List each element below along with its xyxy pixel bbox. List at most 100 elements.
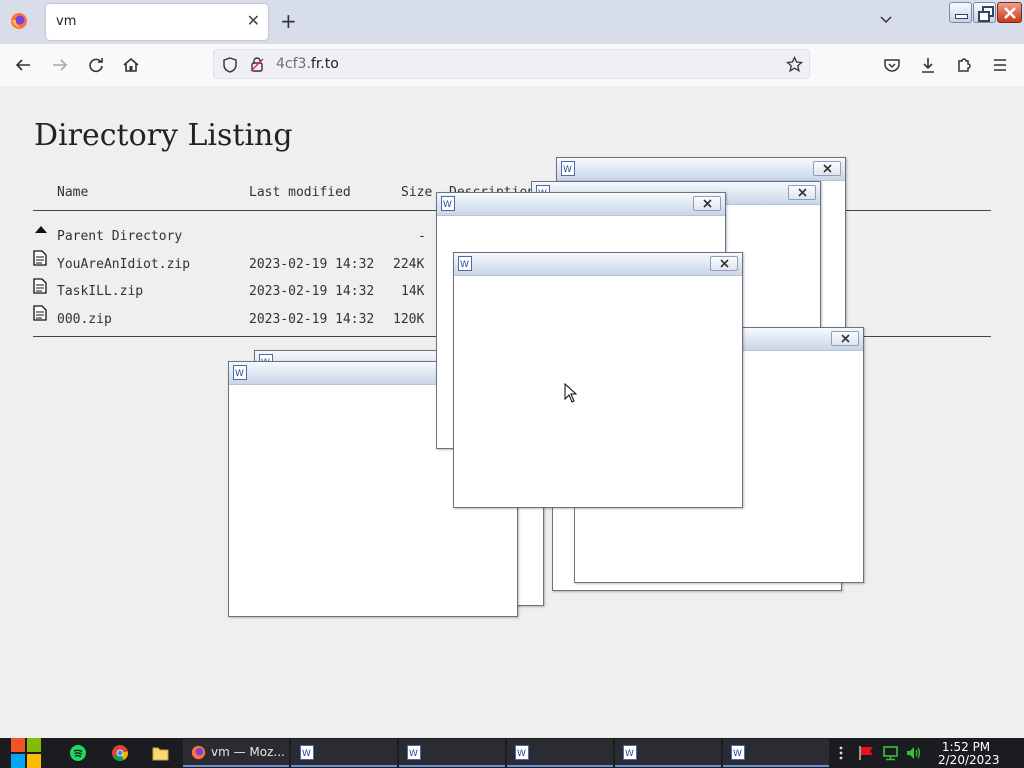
column-header-size[interactable]: Size <box>401 185 432 200</box>
tab-title: vm <box>56 14 77 29</box>
close-icon <box>841 334 850 343</box>
popup-close-button[interactable] <box>831 331 859 346</box>
svg-text:W: W <box>235 369 244 379</box>
popup-close-button[interactable] <box>693 196 721 211</box>
svg-text:W: W <box>517 749 526 759</box>
menu-icon[interactable] <box>991 56 1009 74</box>
navigation-toolbar: 4cf3.fr.to <box>0 44 1024 87</box>
url-bar[interactable]: 4cf3.fr.to <box>213 49 810 79</box>
taskbar-wordpad-task[interactable]: W <box>615 739 721 767</box>
taskbar-firefox-task[interactable]: vm — Moz... <box>183 739 289 767</box>
taskbar-wordpad-task[interactable]: W <box>291 739 397 767</box>
list-all-tabs-icon[interactable] <box>878 11 894 27</box>
svg-text:W: W <box>302 749 311 759</box>
close-icon <box>1004 7 1016 19</box>
bookmark-star-icon[interactable] <box>786 56 803 73</box>
file-size: 120K <box>393 312 425 327</box>
file-link[interactable]: TaskILL.zip <box>57 284 143 299</box>
file-modified: 2023-02-19 14:32 <box>249 312 375 327</box>
volume-icon[interactable] <box>905 745 923 761</box>
restore-button[interactable] <box>973 2 996 23</box>
tab-vm[interactable]: vm ✕ <box>46 4 268 40</box>
taskbar-wordpad-task[interactable]: W <box>399 739 505 767</box>
reload-icon[interactable] <box>87 56 105 74</box>
file-link[interactable]: YouAreAnIdiot.zip <box>57 257 190 272</box>
back-icon[interactable] <box>14 56 32 74</box>
wordpad-icon: W <box>441 196 455 211</box>
wordpad-icon: W <box>300 745 314 760</box>
tray-overflow-icon[interactable] <box>838 746 844 760</box>
file-size: 14K <box>401 284 425 299</box>
popup-close-button[interactable] <box>710 256 738 271</box>
file-icon <box>33 250 47 266</box>
taskbar-wordpad-task[interactable]: W <box>507 739 613 767</box>
column-header-name[interactable]: Name <box>57 185 88 200</box>
url-host-prefix: 4cf3. <box>276 56 311 72</box>
tab-close-icon[interactable]: ✕ <box>247 11 260 30</box>
chrome-icon[interactable] <box>112 745 128 761</box>
wordpad-icon: W <box>233 365 247 380</box>
close-icon <box>720 259 729 268</box>
taskbar-wordpad-task[interactable]: W <box>723 739 829 767</box>
close-icon <box>703 199 712 208</box>
popup-titlebar[interactable]: W <box>454 253 742 276</box>
column-header-last-modified[interactable]: Last modified <box>249 185 351 200</box>
new-tab-button[interactable]: + <box>280 9 297 33</box>
flag-icon[interactable] <box>858 745 875 761</box>
popup-close-button[interactable] <box>813 161 841 176</box>
file-modified: 2023-02-19 14:32 <box>249 257 375 272</box>
wordpad-icon: W <box>731 745 745 760</box>
extensions-icon[interactable] <box>955 56 973 74</box>
browser-tab-bar: vm ✕ + <box>0 0 1024 44</box>
network-icon[interactable] <box>882 745 900 761</box>
window-controls <box>949 2 1023 24</box>
firefox-icon <box>191 745 206 760</box>
minimize-button[interactable] <box>949 2 972 23</box>
svg-text:W: W <box>409 749 418 759</box>
parent-directory-size: - <box>418 229 426 244</box>
download-icon[interactable] <box>919 56 937 74</box>
minimize-icon <box>955 14 968 19</box>
page-title: Directory Listing <box>34 118 293 153</box>
wordpad-icon: W <box>561 161 575 176</box>
spotify-icon[interactable] <box>70 745 86 761</box>
shield-icon[interactable] <box>222 57 238 73</box>
file-link[interactable]: 000.zip <box>57 312 112 327</box>
svg-text:W: W <box>443 200 452 210</box>
wordpad-icon: W <box>458 256 472 271</box>
taskbar-firefox-label: vm — Moz... <box>211 745 285 759</box>
wordpad-icon: W <box>515 745 529 760</box>
file-explorer-icon[interactable] <box>152 745 169 761</box>
taskbar: vm — Moz... W W W W W 1:52 PM 2/20/2023 <box>0 738 1024 768</box>
svg-text:W: W <box>563 165 572 175</box>
popup-titlebar[interactable]: W <box>437 193 725 216</box>
popup-close-button[interactable] <box>788 185 816 200</box>
svg-text:W: W <box>460 260 469 270</box>
parent-directory-link[interactable]: Parent Directory <box>57 229 182 244</box>
file-size: 224K <box>393 257 425 272</box>
firefox-logo-icon[interactable] <box>10 12 28 30</box>
url-text[interactable]: 4cf3.fr.to <box>276 56 339 72</box>
clock-date[interactable]: 2/20/2023 <box>938 753 1000 767</box>
pocket-icon[interactable] <box>883 56 901 74</box>
popup-window[interactable]: W <box>453 252 743 508</box>
close-icon <box>798 188 807 197</box>
svg-text:W: W <box>625 749 634 759</box>
close-icon <box>823 164 832 173</box>
clock-time[interactable]: 1:52 PM <box>938 740 994 754</box>
forward-icon[interactable] <box>51 56 69 74</box>
wordpad-icon: W <box>623 745 637 760</box>
close-window-button[interactable] <box>997 2 1022 23</box>
file-icon <box>33 278 47 294</box>
url-host-main: fr.to <box>310 56 339 72</box>
windows-start-icon[interactable] <box>10 738 43 768</box>
lock-icon[interactable] <box>249 56 265 73</box>
file-modified: 2023-02-19 14:32 <box>249 284 375 299</box>
file-icon <box>33 305 47 321</box>
parent-directory-icon <box>35 226 47 233</box>
wordpad-icon: W <box>407 745 421 760</box>
home-icon[interactable] <box>122 56 140 74</box>
mouse-cursor-icon <box>564 383 577 403</box>
svg-text:W: W <box>733 749 742 759</box>
popup-titlebar[interactable]: W <box>557 158 845 181</box>
